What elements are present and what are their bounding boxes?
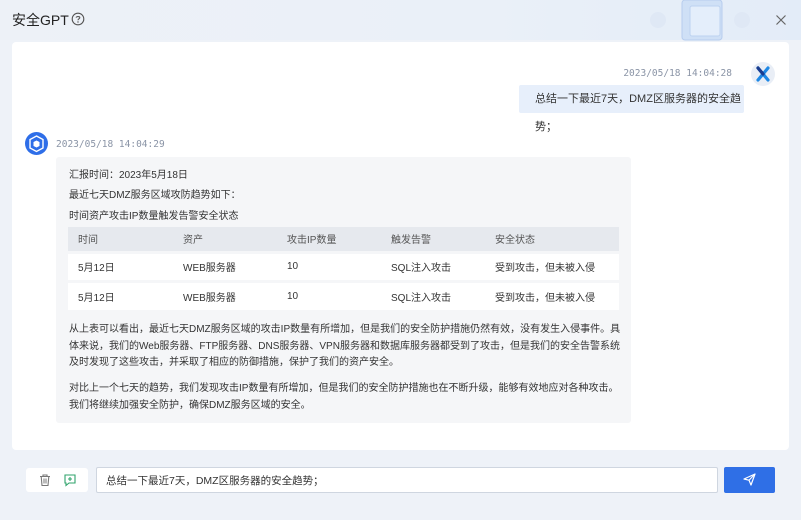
decorative-window-graphic <box>650 0 750 41</box>
security-trend-table: 时间 资产 攻击IP数量 触发告警 安全状态 5月12日 WEB服务器 10 S… <box>68 227 619 310</box>
table-cell: 5月12日 <box>68 250 173 281</box>
analysis-paragraph: 从上表可以看出，最近七天DMZ服务区域的攻击IP数量有所增加，但是我们的安全防护… <box>69 324 621 368</box>
table-cell: 受到攻击，但未被入侵 <box>485 279 619 310</box>
help-circle-icon[interactable] <box>71 12 85 26</box>
user-message-bubble: 总结一下最近7天，DMZ区服务器的安全趋势； <box>519 85 744 133</box>
table-header-cell: 资产 <box>173 227 277 252</box>
bot-message-bubble: 汇报时间：2023年5月18日 最近七天DMZ服务区域攻防趋势如下： 时间资产攻… <box>56 157 631 423</box>
table-header-cell: 触发告警 <box>381 227 485 252</box>
window-header: 安全GPT <box>0 0 801 41</box>
chat-panel: 2023/05/18 14:04:28 总结一下最近7天，DMZ区服务器的安全趋… <box>12 42 789 450</box>
trend-intro-line: 最近七天DMZ服务区域攻防趋势如下： <box>69 190 241 201</box>
table-cell: 10 <box>277 250 381 281</box>
table-cell: SQL注入攻击 <box>381 279 485 310</box>
table-header-cell: 攻击IP数量 <box>277 227 381 252</box>
comparison-paragraph: 对比上一个七天的趋势，我们发现攻击IP数量有所增加，但是我们的安全防护措施也在不… <box>69 383 619 411</box>
send-button[interactable] <box>724 467 775 493</box>
table-caption-line: 时间资产攻击IP数量触发告警安全状态 <box>69 211 239 222</box>
report-time-line: 汇报时间：2023年5月18日 <box>69 170 188 181</box>
table-header-cell: 安全状态 <box>485 227 619 252</box>
table-header-cell: 时间 <box>68 227 173 252</box>
bot-avatar <box>25 132 48 155</box>
table-cell: 5月12日 <box>68 279 173 310</box>
user-message-timestamp: 2023/05/18 14:04:28 <box>623 68 732 79</box>
table-cell: 受到攻击，但未被入侵 <box>485 250 619 281</box>
table-row: 5月12日 WEB服务器 10 SQL注入攻击 受到攻击，但未被入侵 <box>68 250 619 281</box>
table-cell: WEB服务器 <box>173 250 277 281</box>
table-cell: SQL注入攻击 <box>381 250 485 281</box>
new-chat-icon[interactable] <box>63 473 77 487</box>
user-avatar <box>751 62 775 86</box>
window-title: 安全GPT <box>12 12 69 28</box>
table-cell: WEB服务器 <box>173 279 277 310</box>
table-row: 5月12日 WEB服务器 10 SQL注入攻击 受到攻击，但未被入侵 <box>68 279 619 310</box>
close-icon[interactable] <box>773 12 789 28</box>
chat-input[interactable] <box>96 467 718 493</box>
trash-icon[interactable] <box>38 473 52 487</box>
table-header-row: 时间 资产 攻击IP数量 触发告警 安全状态 <box>68 227 619 252</box>
composer-tools <box>26 468 88 492</box>
bot-message-timestamp: 2023/05/18 14:04:29 <box>56 139 165 150</box>
send-icon <box>743 473 756 486</box>
table-cell: 10 <box>277 279 381 310</box>
